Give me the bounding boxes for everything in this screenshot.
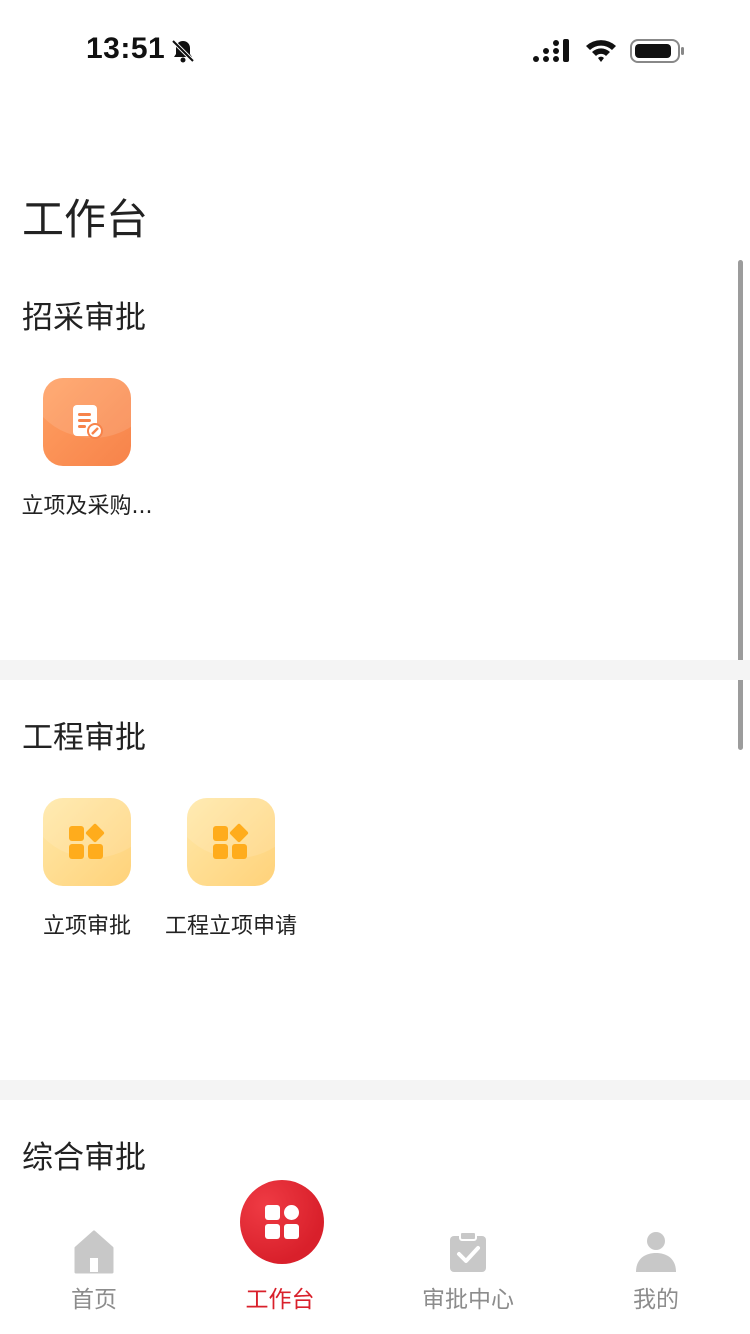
tab-home[interactable]: 首页	[34, 1230, 154, 1314]
tab-approval-center[interactable]: 审批中心	[408, 1230, 528, 1314]
app-label: 立项审批	[42, 914, 131, 939]
status-time: 13:51	[86, 32, 166, 65]
user-icon	[636, 1232, 676, 1272]
section-title-procurement: 招采审批	[22, 300, 146, 336]
section-title-engineering: 工程审批	[22, 720, 146, 756]
tab-label: 我的	[633, 1287, 679, 1313]
tab-label: 工作台	[245, 1287, 315, 1313]
tab-label: 首页	[71, 1287, 117, 1313]
wifi-icon	[586, 40, 616, 62]
battery-icon	[630, 39, 684, 63]
tab-bar: 首页 工作台 审批中心 我的	[0, 1210, 750, 1334]
status-bar: 13:51	[0, 0, 750, 100]
app-label: 立项及采购...	[21, 494, 153, 519]
apps-grid-icon	[187, 798, 275, 886]
app-label: 工程立项申请	[164, 914, 297, 939]
section-divider	[0, 1080, 750, 1100]
workbench-center-button[interactable]	[240, 1180, 324, 1264]
section-title-general: 综合审批	[22, 1140, 146, 1176]
page-title: 工作台	[22, 195, 149, 244]
section-divider	[0, 660, 750, 680]
clipboard-check-icon	[450, 1231, 486, 1272]
apps-grid-icon	[43, 798, 131, 886]
grid-icon	[265, 1205, 299, 1239]
document-edit-icon	[43, 378, 131, 466]
tab-mine[interactable]: 我的	[596, 1230, 716, 1314]
signal-icon	[533, 39, 569, 62]
bell-off-icon	[171, 39, 195, 63]
app-tile-project-approval[interactable]: 立项审批	[12, 798, 162, 940]
app-tile-engineering-project-application[interactable]: 工程立项申请	[156, 798, 306, 940]
tab-label: 审批中心	[422, 1287, 514, 1313]
home-icon	[74, 1230, 114, 1274]
app-tile-project-procurement[interactable]: 立项及采购...	[12, 378, 162, 520]
